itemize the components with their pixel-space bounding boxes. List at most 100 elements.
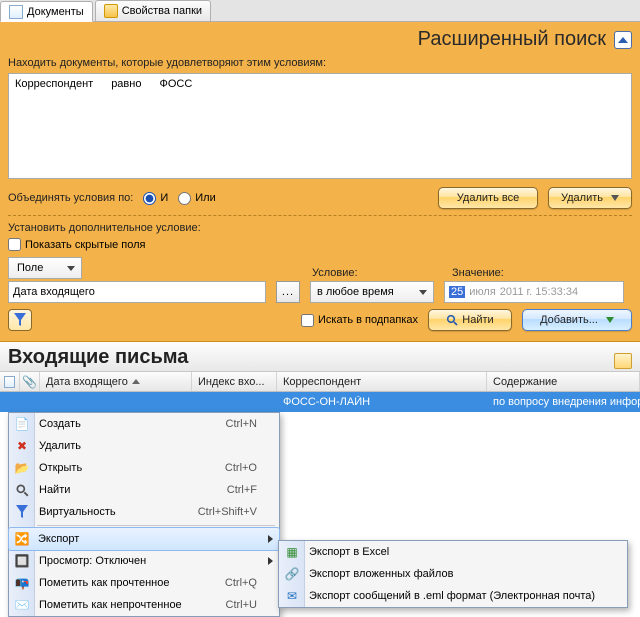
- funnel-icon: [14, 313, 26, 327]
- submenu-item-export-attachments[interactable]: 🔗 Экспорт вложенных файлов: [279, 563, 627, 585]
- arrow-down-icon: [606, 317, 614, 323]
- menu-item-shortcut: Ctrl+Q: [225, 577, 257, 589]
- advanced-search-panel: Расширенный поиск Находить документы, ко…: [0, 22, 640, 342]
- menu-item-preview[interactable]: 🔲 Просмотр: Отключен: [9, 550, 279, 572]
- column-content[interactable]: Содержание: [487, 372, 640, 391]
- radio-and-label: И: [160, 192, 168, 204]
- criteria-op: равно: [111, 78, 141, 90]
- column-index-label: Индекс вхо...: [198, 376, 265, 388]
- submenu-arrow-icon: [268, 557, 273, 565]
- column-content-label: Содержание: [493, 376, 557, 388]
- search-subfolders-label: Искать в подпапках: [318, 314, 418, 326]
- field-dropdown-value: Поле: [15, 262, 61, 274]
- open-folder-icon: 📂: [14, 460, 30, 476]
- date-month: июля: [469, 286, 496, 298]
- criteria-field: Корреспондент: [15, 78, 93, 90]
- document-icon: [9, 5, 23, 19]
- field-dropdown[interactable]: Поле: [8, 257, 82, 279]
- grid-header: 📎 Дата входящего Индекс вхо... Корреспон…: [0, 372, 640, 392]
- menu-item-label: Пометить как непрочтенное: [39, 599, 206, 611]
- attachment-export-icon: 🔗: [284, 566, 300, 582]
- menu-item-shortcut: Ctrl+F: [227, 484, 257, 496]
- search-subfolders-input[interactable]: [301, 314, 314, 327]
- delete-button[interactable]: Удалить: [548, 187, 632, 209]
- mail-open-icon: 📭: [14, 575, 30, 591]
- add-button[interactable]: Добавить...: [522, 309, 632, 331]
- tab-documents[interactable]: Документы: [0, 1, 93, 22]
- menu-item-label: Удалить: [39, 440, 257, 452]
- combine-label: Объединять условия по:: [8, 192, 133, 204]
- delete-all-button[interactable]: Удалить все: [438, 187, 538, 209]
- criteria-box[interactable]: Корреспондент равно ФОСС: [8, 73, 632, 179]
- show-hidden-fields-input[interactable]: [8, 238, 21, 251]
- section-options-button[interactable]: [614, 353, 632, 369]
- top-tab-bar: Документы Свойства папки: [0, 0, 640, 22]
- criteria-row[interactable]: Корреспондент равно ФОСС: [15, 78, 625, 90]
- condition-dropdown[interactable]: в любое время: [310, 281, 434, 303]
- value-caption: Значение:: [452, 267, 632, 279]
- section-title: Входящие письма: [8, 346, 614, 369]
- radio-or[interactable]: Или: [178, 192, 215, 205]
- menu-item-shortcut: Ctrl+U: [226, 599, 257, 611]
- results-section: Входящие письма 📎 Дата входящего Индекс …: [0, 342, 640, 617]
- menu-item-find[interactable]: Найти Ctrl+F: [9, 479, 279, 501]
- criteria-caption: Находить документы, которые удовлетворяю…: [8, 57, 632, 69]
- tab-documents-label: Документы: [27, 6, 84, 18]
- paperclip-icon: 📎: [22, 375, 37, 389]
- menu-item-create[interactable]: 📄 Создать Ctrl+N: [9, 413, 279, 435]
- menu-separator: [37, 525, 275, 526]
- menu-item-label: Экспорт: [38, 533, 258, 545]
- menu-item-shortcut: Ctrl+O: [225, 462, 257, 474]
- menu-item-label: Экспорт вложенных файлов: [309, 568, 605, 580]
- mail-closed-icon: ✉️: [14, 597, 30, 613]
- submenu-item-export-excel[interactable]: ▦ Экспорт в Excel: [279, 541, 627, 563]
- field-name-input[interactable]: [8, 281, 266, 303]
- criteria-value: ФОСС: [159, 78, 192, 90]
- radio-and-input[interactable]: [143, 192, 156, 205]
- excel-icon: ▦: [284, 544, 300, 560]
- menu-item-virtual[interactable]: Виртуальность Ctrl+Shift+V: [9, 501, 279, 523]
- browse-field-button[interactable]: ...: [276, 281, 300, 303]
- context-menu: 📄 Создать Ctrl+N ✖ Удалить 📂 Открыть Ctr…: [8, 412, 280, 617]
- menu-item-delete[interactable]: ✖ Удалить: [9, 435, 279, 457]
- column-type-icon[interactable]: [0, 372, 20, 391]
- date-rest: 2011 г. 15:33:34: [500, 286, 578, 298]
- delete-label: Удалить: [561, 192, 603, 204]
- export-icon: 🔀: [14, 531, 30, 547]
- eml-export-icon: ✉: [284, 588, 300, 604]
- menu-item-label: Найти: [39, 484, 207, 496]
- date-value-field[interactable]: 25 июля 2011 г. 15:33:34: [444, 281, 624, 303]
- submenu-item-export-eml[interactable]: ✉ Экспорт сообщений в .eml формат (Элект…: [279, 585, 627, 607]
- menu-item-mark-read[interactable]: 📭 Пометить как прочтенное Ctrl+Q: [9, 572, 279, 594]
- menu-item-export[interactable]: 🔀 Экспорт: [8, 527, 280, 551]
- document-icon: [4, 376, 15, 388]
- radio-or-input[interactable]: [178, 192, 191, 205]
- menu-item-label: Открыть: [39, 462, 205, 474]
- menu-item-mark-unread[interactable]: ✉️ Пометить как непрочтенное Ctrl+U: [9, 594, 279, 616]
- collapse-button[interactable]: [614, 31, 632, 49]
- menu-item-open[interactable]: 📂 Открыть Ctrl+O: [9, 457, 279, 479]
- tab-folder-properties[interactable]: Свойства папки: [95, 0, 211, 21]
- folder-icon: [104, 4, 118, 18]
- search-icon: [14, 482, 30, 498]
- radio-and[interactable]: И: [143, 192, 168, 205]
- column-attachment[interactable]: 📎: [20, 372, 40, 391]
- table-row[interactable]: ФОСС-ОН-ЛАЙН по вопросу внедрения информ…: [0, 392, 640, 412]
- column-index[interactable]: Индекс вхо...: [192, 372, 277, 391]
- show-hidden-fields-checkbox[interactable]: Показать скрытые поля: [8, 238, 632, 251]
- column-correspondent[interactable]: Корреспондент: [277, 372, 487, 391]
- column-date[interactable]: Дата входящего: [40, 372, 192, 391]
- panel-title: Расширенный поиск: [8, 28, 614, 51]
- show-hidden-fields-label: Показать скрытые поля: [25, 239, 145, 251]
- search-subfolders-checkbox[interactable]: Искать в подпапках: [301, 314, 418, 327]
- add-button-label: Добавить...: [540, 314, 598, 326]
- caret-down-icon: [67, 266, 75, 271]
- filter-button[interactable]: [8, 309, 32, 331]
- submenu-arrow-icon: [268, 535, 273, 543]
- delete-all-label: Удалить все: [457, 192, 519, 204]
- find-button[interactable]: Найти: [428, 309, 512, 331]
- column-date-label: Дата входящего: [46, 376, 128, 388]
- tab-folder-properties-label: Свойства папки: [122, 5, 202, 17]
- date-day: 25: [449, 286, 465, 298]
- menu-item-shortcut: Ctrl+Shift+V: [198, 506, 257, 518]
